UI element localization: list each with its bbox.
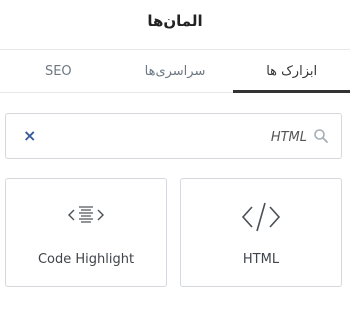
widget-label: Code Highlight bbox=[37, 252, 135, 267]
tab-seo[interactable]: SEO bbox=[0, 50, 117, 92]
tab-globals[interactable]: سراسری‌ها bbox=[117, 50, 234, 92]
code-icon bbox=[241, 202, 281, 232]
panel-header: المان‌ها bbox=[0, 0, 350, 42]
search-input[interactable] bbox=[46, 125, 307, 149]
tab-bar: ابزارک ها سراسری‌ها SEO bbox=[0, 49, 350, 93]
search-icon bbox=[314, 129, 328, 143]
search-box: × bbox=[5, 113, 342, 159]
tab-widgets-label: ابزارک ها bbox=[266, 63, 318, 79]
close-icon[interactable]: × bbox=[23, 126, 36, 146]
panel-title: المان‌ها bbox=[147, 12, 203, 30]
widget-code-highlight[interactable]: Code Highlight bbox=[5, 178, 167, 287]
tab-globals-label: سراسری‌ها bbox=[144, 63, 206, 79]
widget-label: HTML bbox=[242, 252, 280, 267]
code-highlight-icon bbox=[68, 206, 104, 223]
widget-html[interactable]: HTML bbox=[180, 178, 342, 287]
tab-widgets[interactable]: ابزارک ها bbox=[233, 50, 350, 93]
tab-seo-label: SEO bbox=[44, 63, 72, 79]
